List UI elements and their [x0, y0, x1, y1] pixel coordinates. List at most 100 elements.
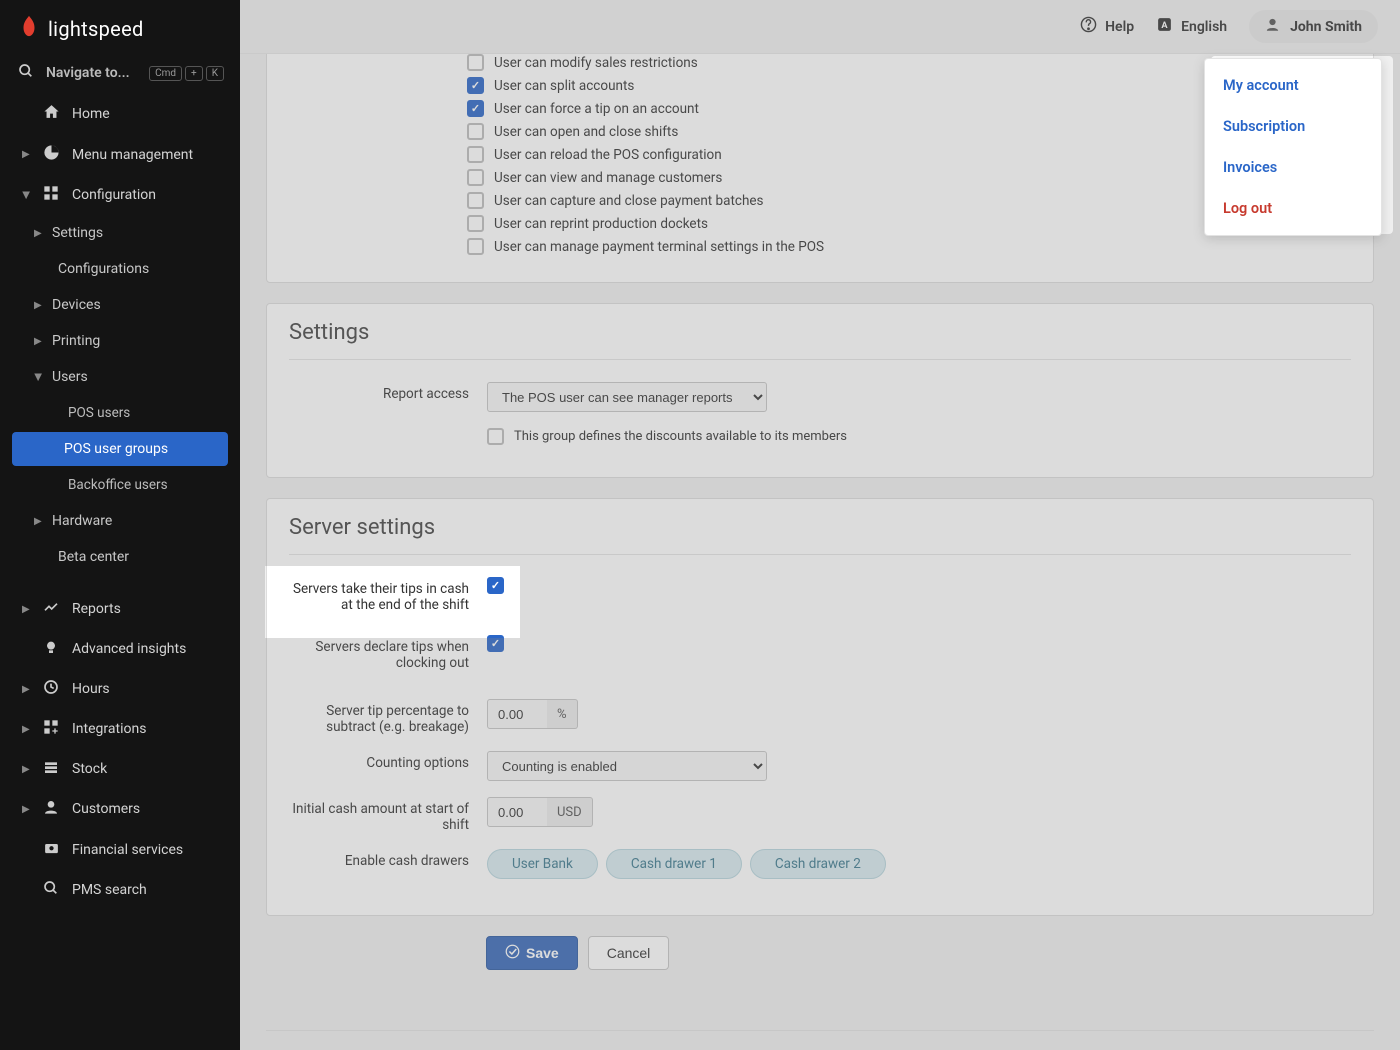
counting-select[interactable]: Counting is enabled: [487, 751, 767, 781]
home-icon: [40, 103, 62, 124]
enable-drawers-row: Enable cash drawers User Bank Cash drawe…: [267, 841, 1373, 887]
settings-card: Settings Report access The POS user can …: [266, 303, 1374, 478]
layers-icon: [40, 759, 62, 779]
nav-customers[interactable]: ▶Customers: [0, 789, 240, 829]
nav-settings[interactable]: ▶Settings: [0, 215, 240, 251]
clock-icon: [40, 679, 62, 699]
checkbox-tips-cash[interactable]: [487, 577, 504, 594]
nav-search-placeholder: Navigate to...: [46, 65, 130, 81]
declare-tips-label: Servers declare tips when clocking out: [289, 635, 469, 671]
user-icon: [40, 799, 62, 819]
user-menu-button[interactable]: John Smith: [1249, 10, 1378, 43]
tip-pct-label: Server tip percentage to subtract (e.g. …: [289, 699, 469, 735]
report-access-label: Report access: [289, 382, 469, 402]
divider: [289, 554, 1351, 555]
checkbox-split-accounts[interactable]: [467, 77, 484, 94]
dropdown-subscription[interactable]: Subscription: [1205, 106, 1381, 147]
topbar: Help A English John Smith: [240, 0, 1400, 54]
nav-search[interactable]: Navigate to... Cmd + K: [0, 53, 240, 93]
server-settings-card: Server settings Servers take their tips …: [266, 498, 1374, 916]
nav-stock[interactable]: ▶Stock: [0, 749, 240, 789]
counting-label: Counting options: [289, 751, 469, 771]
nav-devices[interactable]: ▶Devices: [0, 287, 240, 323]
checkbox-terminal-settings[interactable]: [467, 238, 484, 255]
currency-suffix: USD: [547, 797, 593, 827]
nav-menu-management[interactable]: ▶ Menu management: [0, 134, 240, 175]
search-icon: [18, 63, 34, 83]
save-button[interactable]: Save: [486, 936, 578, 970]
search-icon: [40, 880, 62, 900]
checkbox-discounts[interactable]: [487, 428, 504, 445]
bulb-icon: [40, 639, 62, 659]
nav-integrations[interactable]: ▶Integrations: [0, 709, 240, 749]
language-button[interactable]: A English: [1156, 16, 1227, 37]
nav-advanced-insights[interactable]: ▶Advanced insights: [0, 629, 240, 669]
nav-pos-user-groups[interactable]: POS user groups: [12, 432, 228, 466]
help-button[interactable]: Help: [1080, 16, 1134, 37]
report-access-select[interactable]: The POS user can see manager reports: [487, 382, 767, 412]
apps-icon: [40, 719, 62, 739]
nav-beta-center[interactable]: Beta center: [0, 539, 240, 575]
nav-financial-services[interactable]: ▶Financial services: [0, 829, 240, 870]
pct-suffix: %: [547, 699, 578, 729]
nav-backoffice-users[interactable]: Backoffice users: [0, 467, 240, 503]
chart-icon: [40, 599, 62, 619]
kbd-k: K: [206, 66, 224, 81]
sidebar: lightspeed Navigate to... Cmd + K ▶ Home…: [0, 0, 240, 1050]
nav-configurations[interactable]: Configurations: [0, 251, 240, 287]
nav-home[interactable]: ▶ Home: [0, 93, 240, 134]
initial-cash-label: Initial cash amount at start of shift: [289, 797, 469, 833]
enable-drawers-label: Enable cash drawers: [289, 849, 469, 869]
translate-icon: A: [1156, 16, 1173, 37]
kbd-cmd: Cmd: [149, 66, 182, 81]
checkbox-reload-pos[interactable]: [467, 146, 484, 163]
nav-hardware[interactable]: ▶Hardware: [0, 503, 240, 539]
tip-pct-row: Server tip percentage to subtract (e.g. …: [267, 691, 1373, 743]
nav-pms-search[interactable]: ▶PMS search: [0, 870, 240, 910]
action-buttons: Save Cancel: [486, 936, 1374, 970]
perm-row: User can manage payment terminal setting…: [267, 235, 1373, 258]
dropdown-my-account[interactable]: My account: [1205, 65, 1381, 106]
discounts-row: This group defines the discounts availab…: [267, 420, 1373, 453]
checkbox-payment-batches[interactable]: [467, 192, 484, 209]
counting-row: Counting options Counting is enabled: [267, 743, 1373, 789]
report-access-row: Report access The POS user can see manag…: [267, 374, 1373, 420]
user-dropdown: My account Subscription Invoices Log out: [1204, 58, 1382, 236]
settings-title: Settings: [267, 304, 1373, 353]
brand-name: lightspeed: [48, 17, 144, 41]
declare-tips-row: Servers declare tips when clocking out: [267, 621, 1373, 691]
pie-icon: [40, 144, 62, 165]
grid-icon: [40, 185, 62, 205]
nav-reports[interactable]: ▶Reports: [0, 589, 240, 629]
camera-icon: [40, 839, 62, 860]
pill-cash-drawer-1[interactable]: Cash drawer 1: [606, 849, 742, 879]
kbd-plus: +: [185, 66, 203, 81]
pill-user-bank[interactable]: User Bank: [487, 849, 598, 879]
tips-cash-label: Servers take their tips in cash at the e…: [289, 577, 469, 613]
check-circle-icon: [505, 944, 520, 962]
nav-hours[interactable]: ▶Hours: [0, 669, 240, 709]
tips-cash-row: Servers take their tips in cash at the e…: [267, 569, 1373, 621]
checkbox-declare-tips[interactable]: [487, 635, 504, 652]
nav-printing[interactable]: ▶Printing: [0, 323, 240, 359]
divider: [289, 359, 1351, 360]
brand: lightspeed: [0, 0, 240, 53]
nav-configuration[interactable]: ▶ Configuration: [0, 175, 240, 215]
checkbox-view-customers[interactable]: [467, 169, 484, 186]
nav-pos-users[interactable]: POS users: [0, 395, 240, 431]
checkbox-open-close-shifts[interactable]: [467, 123, 484, 140]
checkbox-modify-sales[interactable]: [467, 54, 484, 71]
avatar-icon: [1265, 17, 1280, 36]
brand-flame-icon: [18, 14, 40, 43]
main: Help A English John Smith User can modif…: [240, 0, 1400, 1050]
footer: Copyright 2023 Lightspeed Restaurant K S…: [266, 1030, 1374, 1050]
nav-users[interactable]: ▶Users: [0, 359, 240, 395]
initial-cash-row: Initial cash amount at start of shift US…: [267, 789, 1373, 841]
checkbox-force-tip[interactable]: [467, 100, 484, 117]
dropdown-invoices[interactable]: Invoices: [1205, 147, 1381, 188]
pill-cash-drawer-2[interactable]: Cash drawer 2: [750, 849, 886, 879]
dropdown-logout[interactable]: Log out: [1205, 188, 1381, 229]
svg-text:A: A: [1162, 20, 1169, 31]
checkbox-reprint-dockets[interactable]: [467, 215, 484, 232]
cancel-button[interactable]: Cancel: [588, 936, 670, 970]
